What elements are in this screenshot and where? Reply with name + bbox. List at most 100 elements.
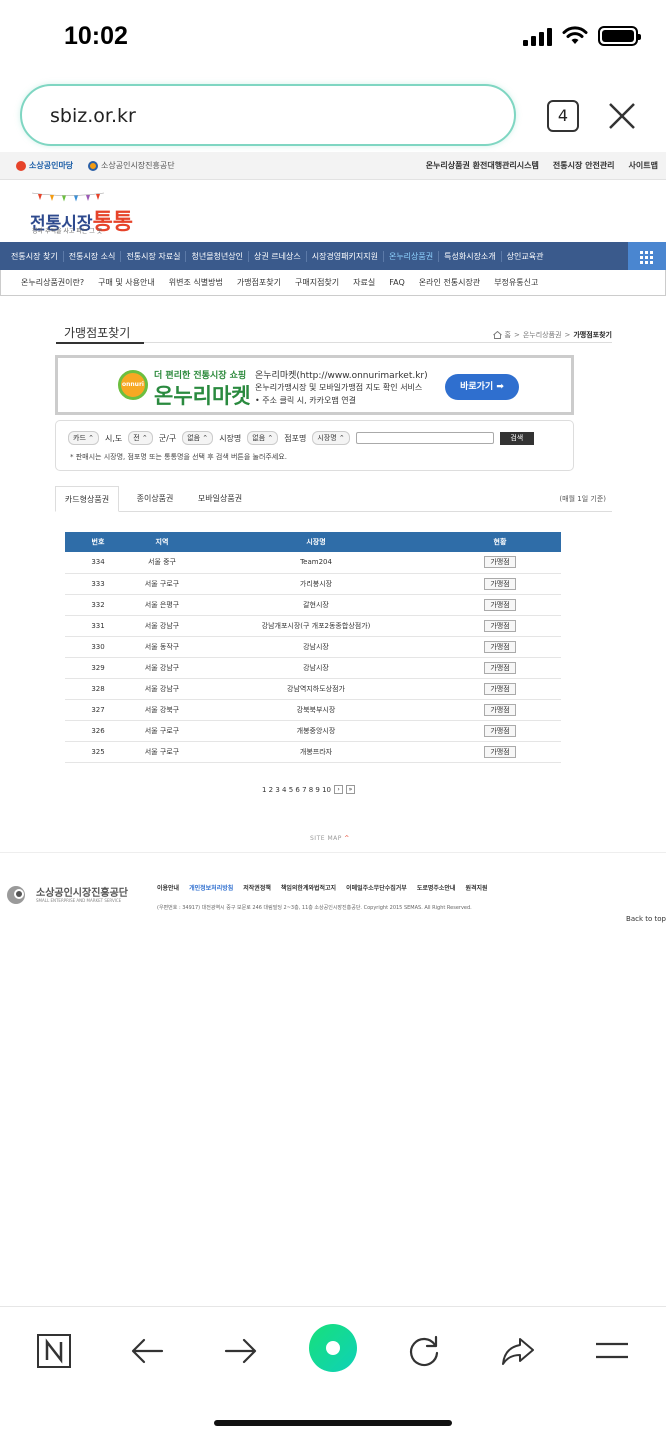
- col-no: 번호: [65, 532, 131, 552]
- page-numbers[interactable]: 1 2 3 4 5 6 7 8 9 10: [262, 786, 331, 794]
- store-label: 점포명: [284, 433, 307, 443]
- tab-card[interactable]: 카드형상품권: [55, 486, 119, 512]
- footer-link-legal[interactable]: 책임의한계와법적고지: [281, 883, 336, 892]
- semas-link[interactable]: 소상공인시장진흥공단: [88, 160, 175, 171]
- cellular-signal-icon: [523, 26, 552, 46]
- store-status-button[interactable]: 가맹점: [484, 577, 516, 590]
- green-home-icon[interactable]: [308, 1323, 358, 1373]
- store-status-button[interactable]: 가맹점: [484, 556, 516, 569]
- subnav-usage[interactable]: 구매 및 사용안내: [98, 277, 155, 288]
- search-input[interactable]: [355, 432, 494, 444]
- banner-line1: 온누리마켓(http://www.onnurimarket.kr): [255, 371, 428, 381]
- sbiz-home-link[interactable]: 소상공인마당: [16, 160, 73, 171]
- safety-link[interactable]: 전통시장 안전관리: [553, 160, 615, 171]
- nav-education[interactable]: 상인교육관: [502, 251, 549, 262]
- nav-renaissance[interactable]: 상권 르네상스: [249, 250, 307, 262]
- table-row: 325 서울 구로구 개봉프라자 가맹점: [65, 741, 561, 763]
- footer-link-copyright[interactable]: 저작권정책: [243, 883, 271, 892]
- store-status-button[interactable]: 가맹점: [484, 661, 516, 674]
- nav-onnuri[interactable]: 온누리상품권: [384, 250, 440, 262]
- gungu-select[interactable]: 없음 ⌃: [182, 431, 214, 445]
- search-button[interactable]: 검색: [499, 431, 534, 445]
- store-type-select[interactable]: 시장명 ⌃: [312, 431, 350, 445]
- back-arrow-icon[interactable]: [126, 1329, 170, 1373]
- subnav-counterfeit[interactable]: 위변조 식별방법: [169, 277, 223, 288]
- back-to-top-link[interactable]: Back to top: [626, 915, 666, 923]
- footer-org-name-en: SMALL ENTERPRISE AND MARKET SERVICE: [36, 898, 122, 903]
- subnav-about[interactable]: 온누리상품권이란?: [21, 277, 84, 288]
- table-row: 329 서울 강남구 강남시장 가맹점: [65, 657, 561, 679]
- store-status-button[interactable]: 가맹점: [484, 619, 516, 632]
- go-button[interactable]: 바로가기 ➡: [445, 374, 519, 400]
- subnav-branch-find[interactable]: 구매지점찾기: [295, 277, 339, 288]
- subnav-report[interactable]: 부정유통신고: [494, 277, 538, 288]
- footer-link-guide[interactable]: 이용안내: [157, 883, 179, 892]
- nav-package[interactable]: 시장경영패키지지원: [307, 250, 384, 262]
- nav-market-archive[interactable]: 전통시장 자료실: [121, 250, 187, 262]
- table-row: 334 서울 중구 Team204 가맹점: [65, 552, 561, 574]
- last-page-button[interactable]: »: [346, 785, 356, 794]
- tab-mobile[interactable]: 모바일상품권: [185, 486, 255, 512]
- next-page-button[interactable]: ›: [334, 785, 344, 794]
- table-row: 332 서울 은평구 갈현시장 가맹점: [65, 594, 561, 616]
- logo-subtitle: 정과 추억을 사고 파는 그 곳: [32, 228, 103, 235]
- nav-market-find[interactable]: 전통시장 찾기: [6, 250, 64, 262]
- close-icon[interactable]: [604, 98, 640, 134]
- store-status-button[interactable]: 가맹점: [484, 640, 516, 653]
- footer-link-privacy[interactable]: 개인정보처리방침: [189, 883, 233, 892]
- tab-count-button[interactable]: 4: [547, 100, 579, 132]
- banner-title: 온누리마켓: [154, 384, 251, 408]
- url-text: sbiz.or.kr: [50, 105, 136, 127]
- menu-icon[interactable]: [590, 1329, 634, 1373]
- sido-select[interactable]: 전 ⌃: [128, 431, 153, 445]
- reload-icon[interactable]: [402, 1329, 446, 1373]
- market-label: 시장명: [219, 433, 242, 443]
- forward-arrow-icon[interactable]: [218, 1329, 262, 1373]
- crumb-onnuri[interactable]: 온누리상품권: [523, 330, 562, 340]
- tab-paper[interactable]: 종이상품권: [125, 486, 185, 512]
- all-menu-icon[interactable]: [628, 242, 666, 270]
- sitemap-toggle[interactable]: SITE MAP ^: [310, 835, 350, 842]
- sub-nav: 온누리상품권이란? 구매 및 사용안내 위변조 식별방법 가맹점포찾기 구매지점…: [0, 270, 666, 296]
- address-bar[interactable]: sbiz.or.kr: [20, 84, 516, 146]
- home-icon[interactable]: [492, 331, 502, 339]
- main-nav: 전통시장 찾기 전통시장 소식 전통시장 자료실 청년몰청년상인 상권 르네상스…: [0, 242, 666, 270]
- store-status-button[interactable]: 가맹점: [484, 724, 516, 737]
- sitemap-link[interactable]: 사이트맵: [629, 160, 658, 171]
- crumb-home[interactable]: 홈: [505, 330, 511, 340]
- subnav-faq[interactable]: FAQ: [389, 278, 405, 287]
- market-select[interactable]: 없음 ⌃: [247, 431, 279, 445]
- search-panel: 카드 ⌃ 시,도 전 ⌃ 군/구 없음 ⌃ 시장명 없음 ⌃ 점포명 시장명 ⌃…: [55, 420, 574, 471]
- footer-link-address[interactable]: 도로명주소안내: [417, 883, 456, 892]
- nav-youth-mall[interactable]: 청년몰청년상인: [186, 250, 249, 262]
- footer-link-email[interactable]: 이메일주소무단수집거부: [346, 883, 407, 892]
- store-status-button[interactable]: 가맹점: [484, 703, 516, 716]
- card-type-select[interactable]: 카드 ⌃: [68, 431, 99, 445]
- footer-link-remote[interactable]: 원격지원: [465, 883, 487, 892]
- search-note: * 판매시는 시장명, 점포명 또는 통통명을 선택 후 검색 버튼을 눌러주세…: [70, 453, 287, 461]
- title-underline: [56, 342, 144, 344]
- store-status-button[interactable]: 가맹점: [484, 745, 516, 758]
- nav-special-market[interactable]: 특성화시장소개: [439, 250, 502, 262]
- as-of-note: (매월 1일 기준): [559, 495, 606, 503]
- subnav-store-find[interactable]: 가맹점포찾기: [237, 277, 281, 288]
- status-time: 10:02: [64, 22, 128, 50]
- nav-market-news[interactable]: 전통시장 소식: [64, 250, 122, 262]
- site-logo[interactable]: 전통시장통통 정과 추억을 사고 파는 그 곳: [0, 180, 666, 242]
- store-status-button[interactable]: 가맹점: [484, 682, 516, 695]
- bunting-flags-icon: [32, 192, 104, 202]
- naver-n-icon[interactable]: [32, 1329, 76, 1373]
- subnav-archive[interactable]: 자료실: [353, 277, 375, 288]
- sido-label: 시,도: [104, 433, 123, 443]
- exchange-system-link[interactable]: 온누리상품권 환전대행관리시스템: [426, 160, 539, 171]
- share-icon[interactable]: [496, 1329, 540, 1373]
- subnav-online-market[interactable]: 온라인 전통시장관: [419, 277, 480, 288]
- table-row: 333 서울 구로구 가리봉시장 가맹점: [65, 573, 561, 595]
- table-row: 331 서울 강남구 강남개포시장(구 개포2동종합상점가) 가맹점: [65, 615, 561, 637]
- table-row: 327 서울 강북구 강북북부시장 가맹점: [65, 699, 561, 721]
- onnuri-market-banner[interactable]: onnuri 더 편리한 전통시장 쇼핑 온누리마켓 온누리마켓(http://…: [55, 355, 574, 415]
- store-table: 번호 지역 시장명 현황 334 서울 중구 Team204 가맹점 333 서울 구로…: [65, 532, 561, 763]
- product-tabs: 카드형상품권 종이상품권 모바일상품권 (매월 1일 기준): [55, 486, 612, 512]
- store-status-button[interactable]: 가맹점: [484, 598, 516, 611]
- home-indicator: [214, 1420, 452, 1426]
